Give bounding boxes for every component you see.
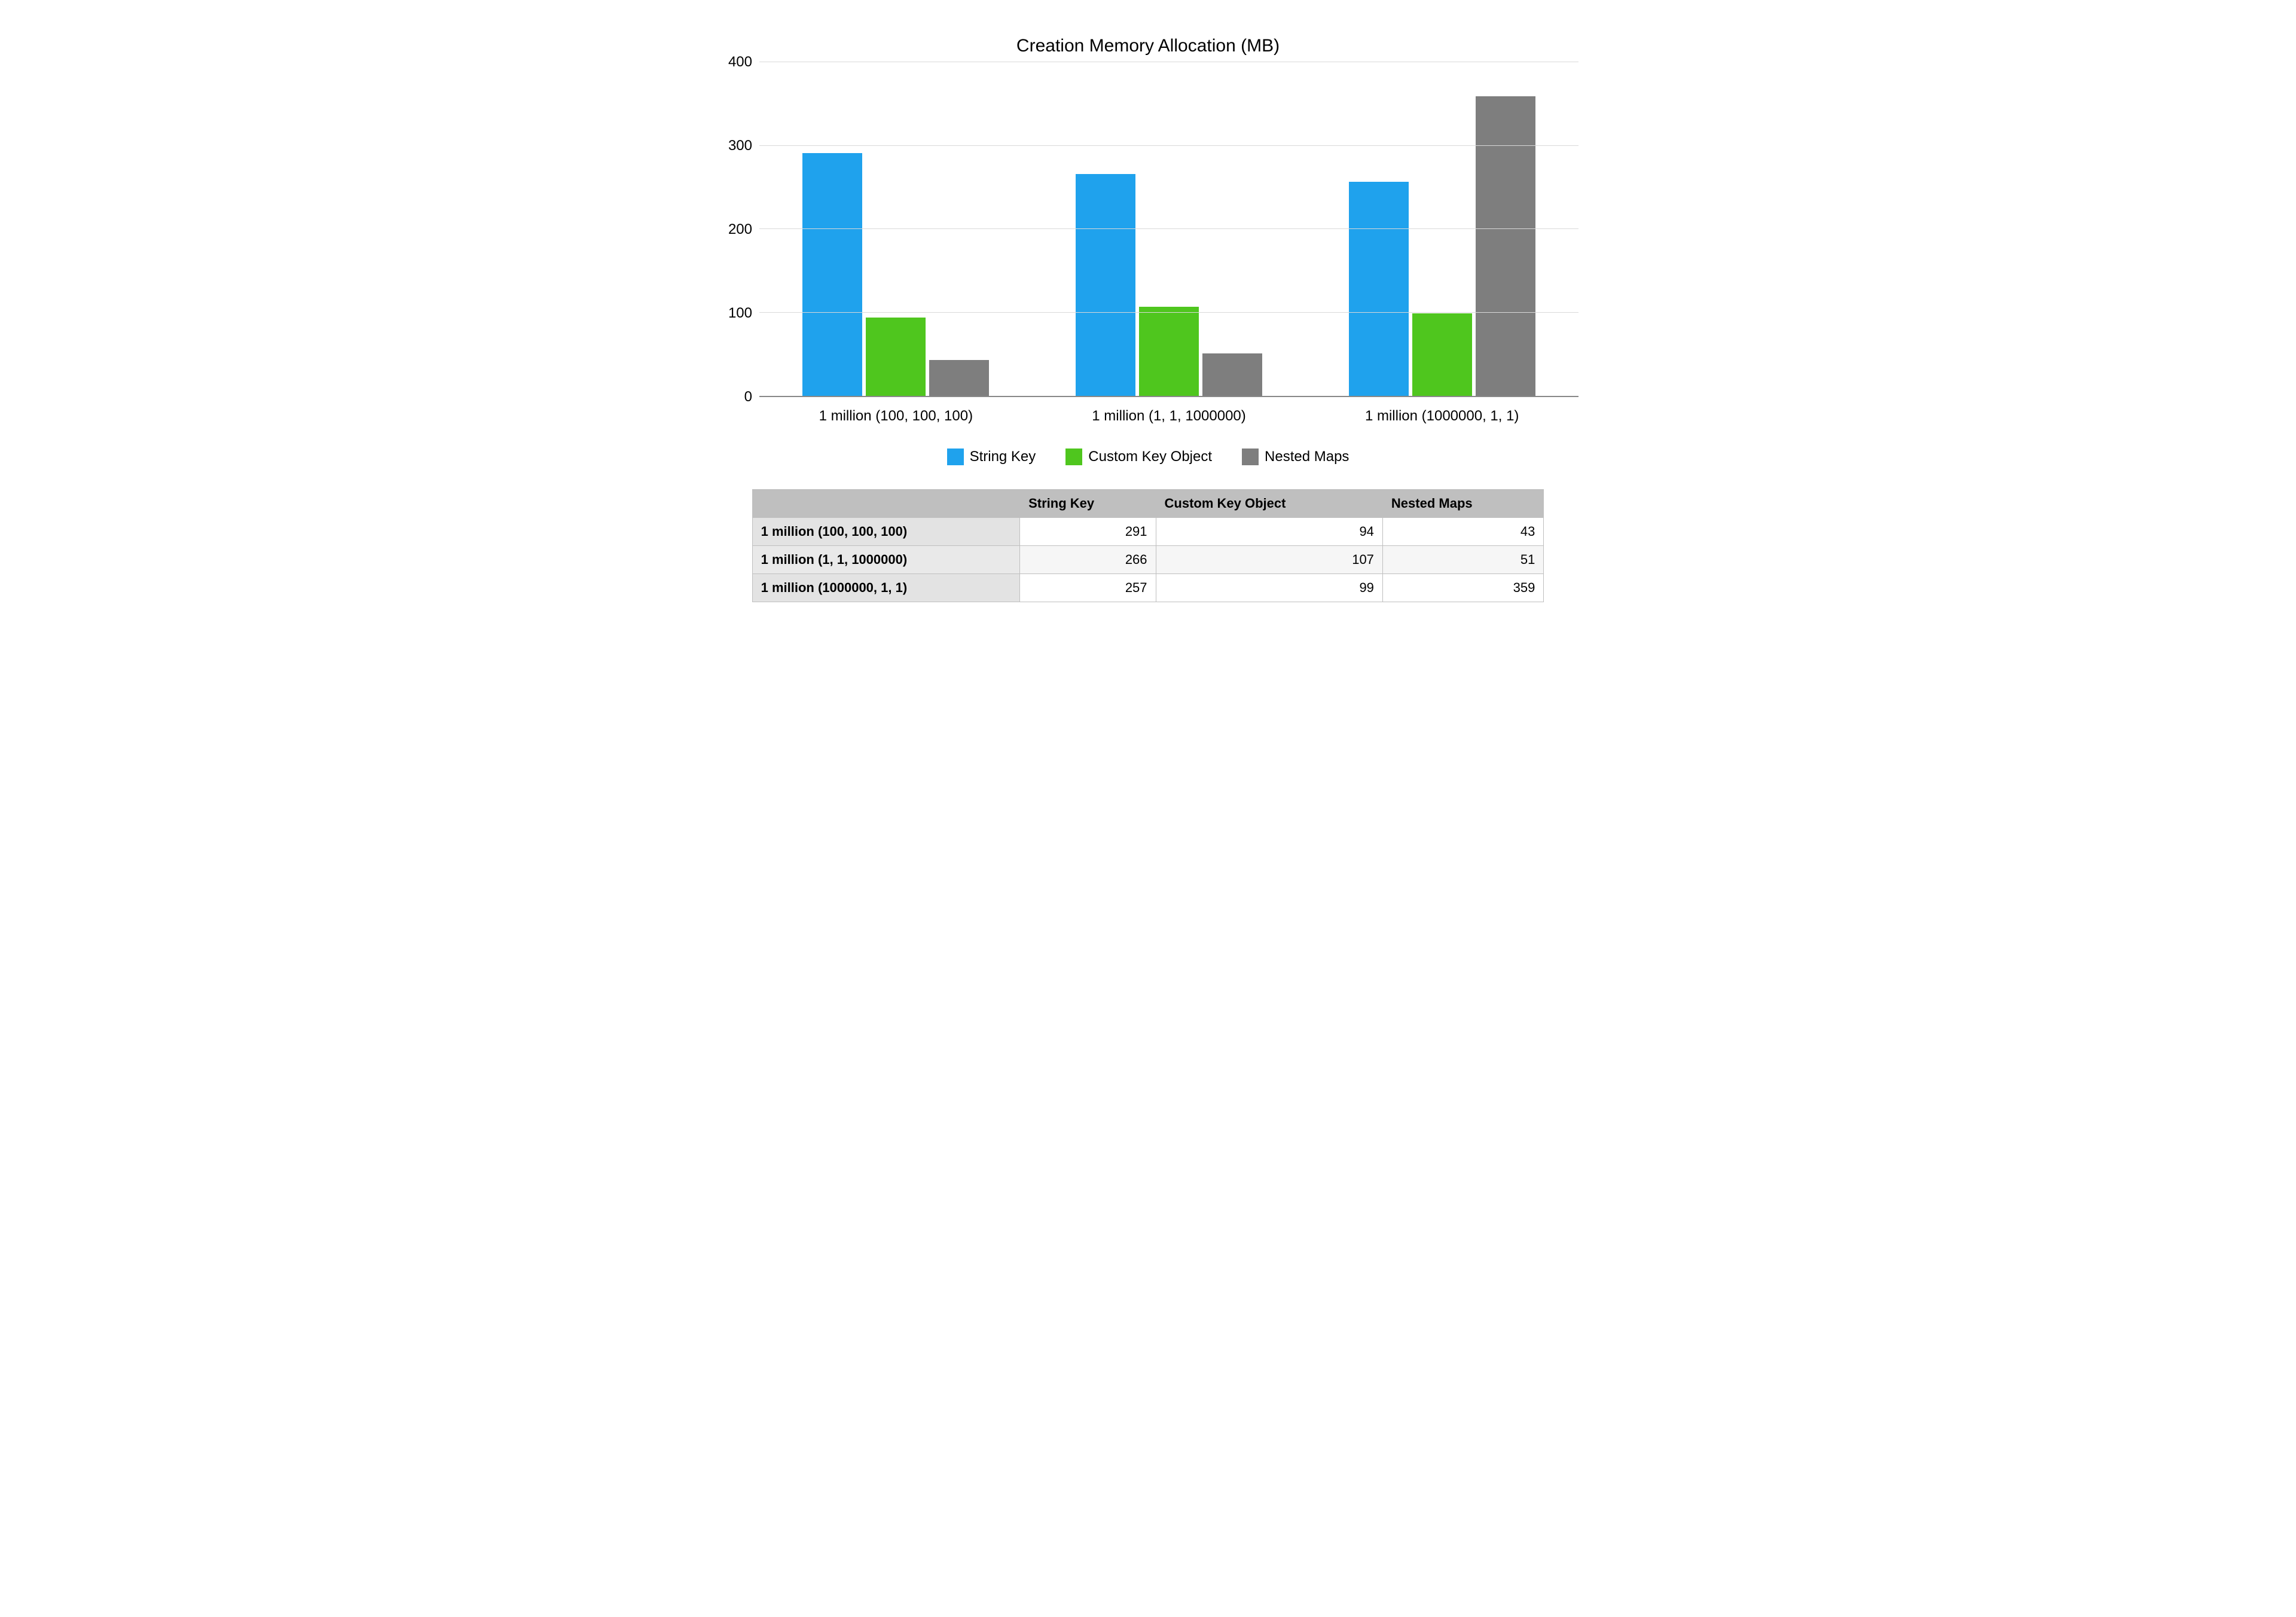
data-table: String Key Custom Key Object Nested Maps… [752, 489, 1544, 602]
table-row: 1 million (100, 100, 100)2919443 [752, 518, 1544, 546]
legend-item: String Key [947, 449, 1036, 465]
table-cell: 266 [1020, 546, 1156, 574]
table-cell: 94 [1156, 518, 1382, 546]
bar [1139, 307, 1199, 396]
chart-title: Creation Memory Allocation (MB) [718, 36, 1578, 56]
y-tick: 400 [728, 54, 752, 71]
bar [929, 360, 989, 396]
col-header: Nested Maps [1382, 490, 1543, 518]
table-row: 1 million (1, 1, 1000000)26610751 [752, 546, 1544, 574]
bar-group [759, 62, 1033, 396]
grid-line [759, 145, 1578, 146]
x-tick-label: 1 million (1000000, 1, 1) [1305, 397, 1578, 443]
table-cell: 99 [1156, 574, 1382, 602]
grid-line [759, 228, 1578, 229]
bar-group [1033, 62, 1306, 396]
bar [1412, 313, 1472, 396]
row-header: 1 million (1, 1, 1000000) [752, 546, 1020, 574]
table-cell: 359 [1382, 574, 1543, 602]
legend-item: Nested Maps [1242, 449, 1349, 465]
bar [1202, 353, 1262, 396]
chart-area: 0100200300400 [718, 62, 1578, 397]
legend-label: String Key [970, 449, 1036, 465]
col-header: String Key [1020, 490, 1156, 518]
row-header: 1 million (1000000, 1, 1) [752, 574, 1020, 602]
table-row: 1 million (1000000, 1, 1)25799359 [752, 574, 1544, 602]
legend-label: Custom Key Object [1088, 449, 1212, 465]
bar-groups [759, 62, 1578, 396]
y-axis: 0100200300400 [718, 62, 759, 397]
bar [802, 153, 862, 396]
legend-label: Nested Maps [1265, 449, 1349, 465]
legend-swatch [1065, 449, 1082, 465]
y-tick: 200 [728, 221, 752, 238]
legend-swatch [1242, 449, 1259, 465]
table-cell: 291 [1020, 518, 1156, 546]
legend-item: Custom Key Object [1065, 449, 1212, 465]
bar [866, 318, 926, 396]
bar [1476, 96, 1535, 396]
legend: String Key Custom Key Object Nested Maps [718, 443, 1578, 489]
bar-group [1305, 62, 1578, 396]
x-axis-labels: 1 million (100, 100, 100)1 million (1, 1… [759, 397, 1578, 443]
x-tick-label: 1 million (100, 100, 100) [759, 397, 1033, 443]
table-header-row: String Key Custom Key Object Nested Maps [752, 490, 1544, 518]
table-corner [752, 490, 1020, 518]
row-header: 1 million (100, 100, 100) [752, 518, 1020, 546]
col-header: Custom Key Object [1156, 490, 1382, 518]
y-tick: 0 [744, 389, 752, 405]
bar [1349, 182, 1409, 396]
table-cell: 257 [1020, 574, 1156, 602]
x-tick-label: 1 million (1, 1, 1000000) [1033, 397, 1306, 443]
plot-area [759, 62, 1578, 397]
table-cell: 43 [1382, 518, 1543, 546]
chart-container: Creation Memory Allocation (MB) 0 100 200 3… [718, 36, 1578, 602]
bar [1076, 174, 1135, 396]
y-tick: 300 [728, 138, 752, 154]
table-cell: 51 [1382, 546, 1543, 574]
legend-swatch [947, 449, 964, 465]
table-cell: 107 [1156, 546, 1382, 574]
grid-line [759, 312, 1578, 313]
y-tick: 100 [728, 305, 752, 322]
